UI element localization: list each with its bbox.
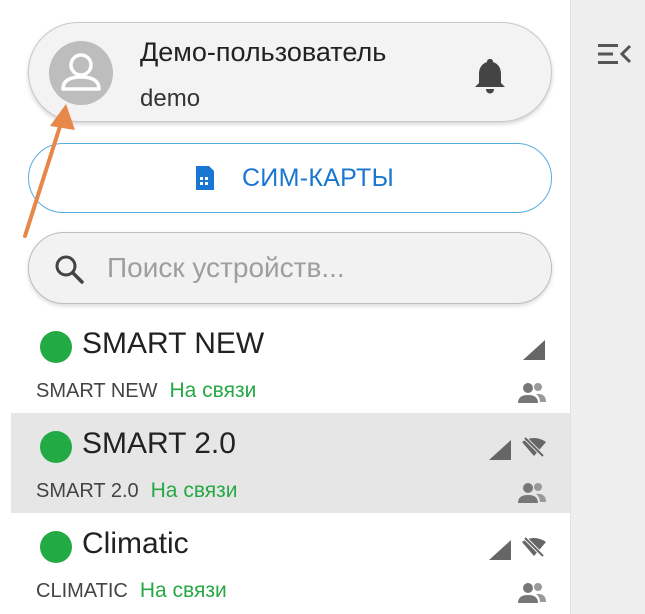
user-icon xyxy=(61,53,101,91)
device-name: SMART 2.0 xyxy=(82,427,236,460)
right-panel xyxy=(570,0,645,614)
user-name: Демо-пользователь xyxy=(140,37,387,67)
search-icon xyxy=(55,255,84,284)
users-icon[interactable] xyxy=(517,381,547,405)
device-name: SMART NEW xyxy=(82,327,265,360)
device-search xyxy=(28,232,552,304)
signal-icon xyxy=(489,440,511,460)
user-login: demo xyxy=(140,85,201,112)
avatar[interactable] xyxy=(49,41,113,105)
online-status-dot xyxy=(40,531,72,563)
device-model: SMART 2.0 xyxy=(36,480,139,502)
signal-icon xyxy=(489,540,511,560)
device-list-item[interactable]: SMART NEW SMART NEW На связи xyxy=(11,313,570,413)
device-model-line: CLIMATIC На связи xyxy=(36,579,227,603)
users-icon[interactable] xyxy=(517,481,547,505)
device-model-line: SMART 2.0 На связи xyxy=(36,479,237,503)
wifi-off-icon xyxy=(522,436,546,458)
sim-cards-button[interactable]: СИМ-КАРТЫ xyxy=(28,143,552,213)
online-status-dot xyxy=(40,331,72,363)
device-list-item[interactable]: Climatic CLIMATIC На связи xyxy=(11,513,570,613)
wifi-off-icon xyxy=(522,536,546,558)
sim-cards-label: СИМ-КАРТЫ xyxy=(241,163,395,192)
online-status-dot xyxy=(40,431,72,463)
device-status: На связи xyxy=(169,379,257,402)
users-icon[interactable] xyxy=(517,581,547,605)
search-input[interactable] xyxy=(107,247,527,289)
device-model: SMART NEW xyxy=(36,380,158,402)
device-model-line: SMART NEW На связи xyxy=(36,379,256,403)
bell-icon[interactable] xyxy=(472,55,508,95)
collapse-sidebar-icon[interactable] xyxy=(596,40,632,68)
device-status: На связи xyxy=(150,479,238,502)
device-status: На связи xyxy=(139,579,227,602)
signal-icon xyxy=(523,340,545,360)
sim-card-icon xyxy=(195,166,214,190)
device-list-item[interactable]: SMART 2.0 SMART 2.0 На связи xyxy=(11,413,570,513)
device-model: CLIMATIC xyxy=(36,580,128,602)
device-name: Climatic xyxy=(82,527,189,560)
user-profile-card[interactable]: Демо-пользователь demo xyxy=(28,22,552,122)
